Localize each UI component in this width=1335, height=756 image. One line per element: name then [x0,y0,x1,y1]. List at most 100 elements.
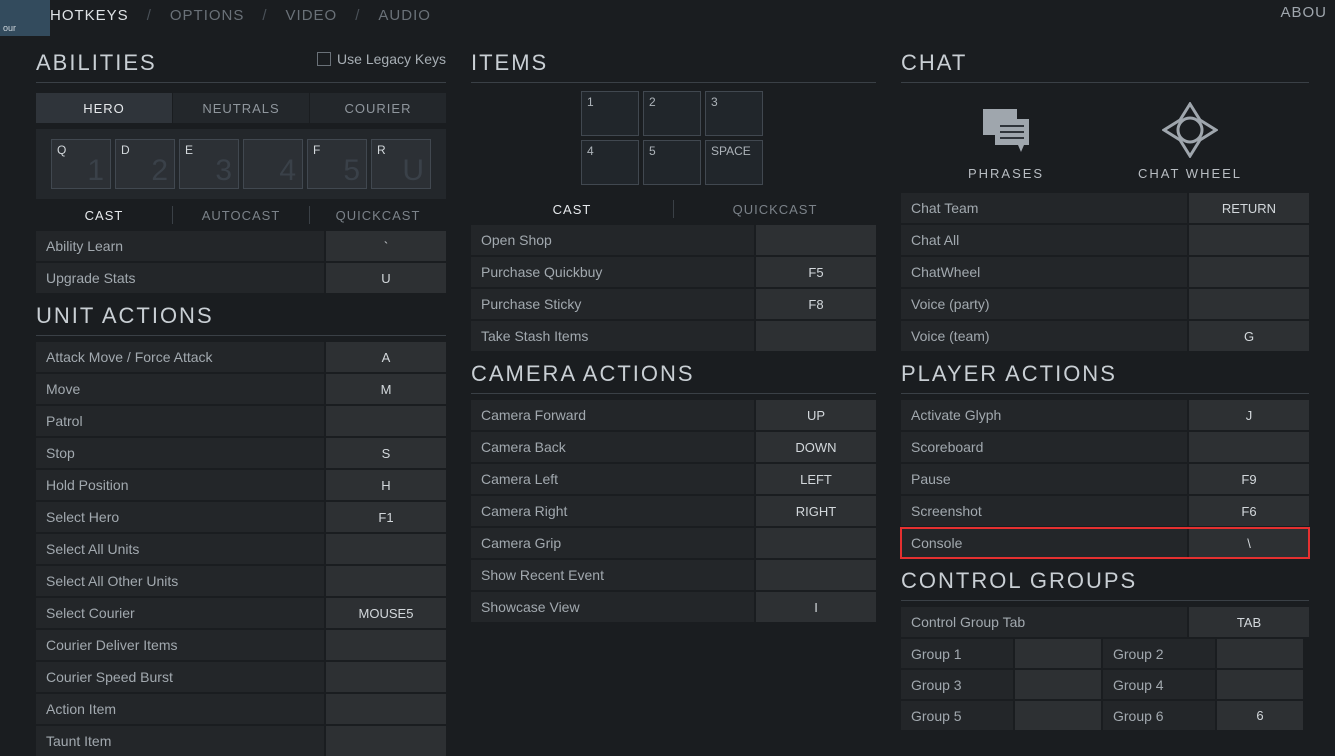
ability-slot-4[interactable]: 4 [243,139,303,189]
camera-bind-row-0: Camera ForwardUP [471,400,876,430]
topnav-options[interactable]: OPTIONS [170,1,245,30]
item-bind-key[interactable]: F8 [756,289,876,319]
player-action-key[interactable]: F6 [1189,496,1309,526]
unit-action-key[interactable] [326,566,446,596]
item-slot-1[interactable]: 1 [581,91,639,136]
chat-bind-key[interactable] [1189,289,1309,319]
group-key[interactable] [1015,639,1101,668]
ability-bind-label: Ability Learn [36,231,324,261]
unit-action-key[interactable]: MOUSE5 [326,598,446,628]
player-action-key[interactable]: J [1189,400,1309,430]
camera-bind-label: Camera Back [471,432,754,462]
phrases-icon [978,102,1034,158]
unit-action-key[interactable] [326,726,446,756]
group-key[interactable] [1015,701,1101,730]
col-chat: CHAT PHRASES [901,40,1309,756]
chat-title: CHAT [901,40,1309,82]
phrases-card[interactable]: PHRASES [968,102,1044,181]
topnav-audio[interactable]: AUDIO [378,1,431,30]
tab-hero[interactable]: HERO [36,93,173,123]
camera-bind-key[interactable]: DOWN [756,432,876,462]
cast-seg-autocast[interactable]: AUTOCAST [173,201,309,229]
chat-bind-label: Voice (team) [901,321,1187,351]
item-slot-2[interactable]: 2 [643,91,701,136]
ability-slot-1[interactable]: Q1 [51,139,111,189]
camera-bind-row-4: Camera Grip [471,528,876,558]
unit-action-key[interactable] [326,662,446,692]
ability-bind-key[interactable]: ` [326,231,446,261]
checkbox-icon[interactable] [317,52,331,66]
chat-bind-key[interactable]: RETURN [1189,193,1309,223]
group-key[interactable] [1217,639,1303,668]
camera-bind-key[interactable]: RIGHT [756,496,876,526]
chat-bind-key[interactable]: G [1189,321,1309,351]
chat-bind-row-4: Voice (team)G [901,321,1309,351]
use-legacy-keys[interactable]: Use Legacy Keys [317,51,446,71]
unit-action-row-2: Patrol [36,406,446,436]
item-bind-key[interactable] [756,225,876,255]
chat-wheel-card[interactable]: CHAT WHEEL [1138,102,1242,181]
unit-action-key[interactable]: A [326,342,446,372]
unit-action-key[interactable] [326,534,446,564]
item-bind-key[interactable]: F5 [756,257,876,287]
topnav-video[interactable]: VIDEO [286,1,338,30]
item-cast-seg-quickcast[interactable]: QUICKCAST [674,195,876,223]
chat-bind-row-2: ChatWheel [901,257,1309,287]
unit-action-row-4: Hold PositionH [36,470,446,500]
item-slot-6[interactable]: SPACE [705,140,763,185]
player-action-key[interactable]: \ [1189,528,1309,558]
player-action-label: Screenshot [901,496,1187,526]
item-slot-4[interactable]: 4 [581,140,639,185]
camera-bind-key[interactable]: LEFT [756,464,876,494]
control-group-tab-key[interactable]: TAB [1189,607,1309,637]
camera-bind-label: Camera Left [471,464,754,494]
unit-action-key[interactable]: S [326,438,446,468]
unit-action-key[interactable]: H [326,470,446,500]
tab-courier[interactable]: COURIER [310,93,446,123]
item-slot-5[interactable]: 5 [643,140,701,185]
camera-bind-key[interactable] [756,528,876,558]
item-cast-seg-cast[interactable]: CAST [471,195,673,223]
phrases-label: PHRASES [968,166,1044,181]
item-bind-key[interactable] [756,321,876,351]
ability-bind-key[interactable]: U [326,263,446,293]
group-label: Group 6 [1103,701,1215,730]
group-key[interactable] [1015,670,1101,699]
cast-seg-cast[interactable]: CAST [36,201,172,229]
unit-action-label: Select All Other Units [36,566,324,596]
camera-bind-key[interactable] [756,560,876,590]
group-key[interactable] [1217,670,1303,699]
unit-action-key[interactable] [326,630,446,660]
ability-slot-3[interactable]: E3 [179,139,239,189]
chat-bind-key[interactable] [1189,225,1309,255]
chat-icons-row: PHRASES CHAT WHEEL [901,87,1309,191]
unit-action-key[interactable] [326,406,446,436]
ability-slot-2[interactable]: D2 [115,139,175,189]
player-action-key[interactable] [1189,432,1309,462]
unit-action-key[interactable]: F1 [326,502,446,532]
camera-bind-label: Camera Right [471,496,754,526]
topnav-about[interactable]: ABOU [1280,4,1327,21]
control-group-tab-label: Control Group Tab [901,607,1187,637]
camera-bind-key[interactable]: UP [756,400,876,430]
unit-action-label: Courier Deliver Items [36,630,324,660]
camera-bind-key[interactable]: I [756,592,876,622]
item-bind-row-2: Purchase StickyF8 [471,289,876,319]
topnav-hotkeys[interactable]: HOTKEYS [50,1,129,30]
unit-action-label: Move [36,374,324,404]
unit-action-key[interactable] [326,694,446,724]
group-key[interactable]: 6 [1217,701,1303,730]
player-action-key[interactable]: F9 [1189,464,1309,494]
item-slot-3[interactable]: 3 [705,91,763,136]
chat-bind-key[interactable] [1189,257,1309,287]
camera-title: CAMERA ACTIONS [471,351,876,393]
unit-action-key[interactable]: M [326,374,446,404]
ability-slot-5[interactable]: F5 [307,139,367,189]
item-cast-bar: CAST QUICKCAST [471,195,876,223]
tab-neutrals[interactable]: NEUTRALS [173,93,310,123]
unit-action-row-5: Select HeroF1 [36,502,446,532]
ability-slots: Q1 D2 E3 4 F5 RU [36,129,446,199]
camera-bind-label: Camera Forward [471,400,754,430]
cast-seg-quickcast[interactable]: QUICKCAST [310,201,446,229]
ability-slot-6[interactable]: RU [371,139,431,189]
